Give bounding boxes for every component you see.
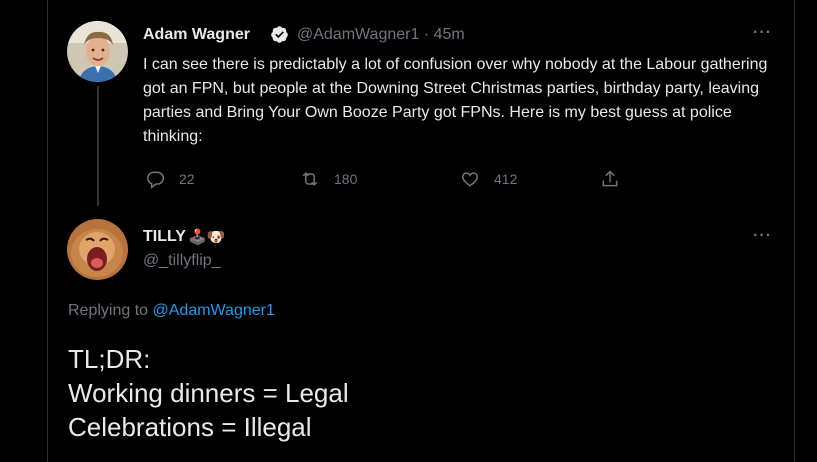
- like-count: 412: [494, 171, 518, 187]
- tweet-text: I can see there is predictably a lot of …: [143, 56, 768, 145]
- reply-line: Working dinners = Legal: [68, 378, 349, 408]
- replying-to-mention-link[interactable]: @AdamWagner1: [153, 302, 275, 319]
- avatar[interactable]: [67, 21, 128, 82]
- reply-line: Celebrations = Illegal: [68, 412, 312, 442]
- thread-connector: [97, 86, 99, 206]
- reply-count: 22: [179, 171, 195, 187]
- reply-icon: [147, 171, 165, 189]
- retweet-button[interactable]: 180: [300, 169, 455, 189]
- replying-to-line: Replying to @AdamWagner1: [68, 302, 275, 319]
- retweet-icon: [302, 172, 318, 186]
- author-emoji-icon: 🕹️🐶: [187, 229, 226, 246]
- reply-button[interactable]: 22: [145, 169, 270, 189]
- author-name[interactable]: Adam Wagner: [143, 26, 250, 44]
- reply-author-handle[interactable]: @_tillyflip_: [143, 252, 221, 270]
- retweet-count: 180: [334, 171, 358, 187]
- more-options-button[interactable]: ···: [753, 227, 772, 245]
- tweet-actions: 22 180 412: [140, 166, 634, 192]
- more-options-button[interactable]: ···: [753, 24, 772, 42]
- heart-icon: [461, 172, 479, 187]
- share-button[interactable]: [600, 169, 634, 189]
- like-button[interactable]: 412: [460, 169, 600, 189]
- reply-text: TL;DR: Working dinners = Legal Celebrati…: [68, 342, 349, 444]
- avatar[interactable]: [67, 219, 128, 280]
- reply-line: TL;DR:: [68, 344, 151, 374]
- verified-badge-icon: [271, 26, 288, 43]
- share-icon: [602, 170, 618, 187]
- author-handle-time[interactable]: @AdamWagner1 · 45m: [297, 26, 465, 44]
- reply-author-name[interactable]: TILLY 🕹️🐶: [143, 228, 225, 246]
